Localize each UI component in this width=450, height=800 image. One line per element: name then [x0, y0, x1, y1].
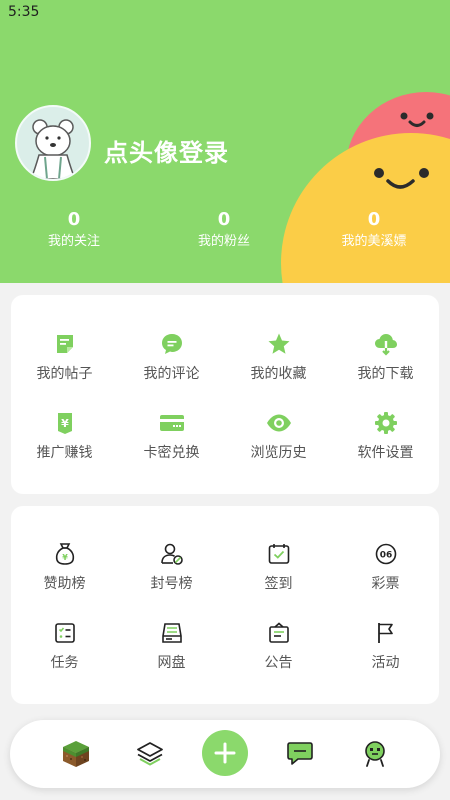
task-list-icon	[54, 623, 75, 643]
lottery-ball-icon: 06	[375, 543, 396, 565]
stat-fans-label: 我的粉丝	[197, 234, 250, 249]
profile-header: 5:35 点头像登录 0 我的关注 0 我的粉丝 0 我的美溪嫖	[0, 0, 450, 283]
menu-card-redeem[interactable]: 卡密兑换	[118, 410, 225, 462]
menu-ban-rank[interactable]: 封号榜	[118, 541, 225, 593]
menu-notice[interactable]: 公告	[225, 620, 332, 672]
user-ban-icon	[160, 543, 183, 565]
gear-icon	[374, 412, 397, 434]
menu-label: 浏览历史	[250, 445, 307, 461]
menu-my-downloads[interactable]: 我的下载	[332, 331, 439, 383]
menu-events[interactable]: 活动	[332, 620, 439, 672]
menu-sign-in[interactable]: 签到	[225, 541, 332, 593]
nav-me[interactable]	[345, 720, 405, 788]
stat-meixi[interactable]: 0 我的美溪嫖	[314, 209, 434, 251]
yellow-face-decoration	[281, 133, 450, 283]
svg-text:¥: ¥	[62, 553, 68, 562]
pink-face-icon	[400, 112, 434, 127]
nav-home[interactable]	[46, 720, 106, 788]
menu-settings[interactable]: 软件设置	[332, 410, 439, 462]
menu-label: 我的评论	[143, 366, 200, 382]
nav-layers[interactable]	[120, 720, 180, 788]
post-icon	[56, 335, 73, 353]
notice-icon	[268, 622, 289, 643]
creeper-icon	[365, 741, 385, 767]
comment-icon	[161, 334, 182, 354]
menu-label: 彩票	[371, 576, 400, 592]
bottom-nav	[10, 720, 440, 788]
stat-fans[interactable]: 0 我的粉丝	[164, 209, 284, 251]
menu-label: 软件设置	[357, 445, 414, 461]
stat-meixi-label: 我的美溪嫖	[341, 234, 407, 249]
yellow-face-icon	[374, 168, 429, 189]
menu-label: 我的帖子	[36, 366, 93, 382]
my-menu-card: 我的帖子 我的评论 我的收藏 我的下载 ¥ 推广赚钱 卡密兑换 浏览历史 软件设…	[11, 295, 439, 494]
stat-meixi-count: 0	[367, 209, 381, 230]
menu-label: 赞助榜	[43, 576, 86, 592]
menu-cloud-drive[interactable]: 网盘	[118, 620, 225, 672]
menu-browse-history[interactable]: 浏览历史	[225, 410, 332, 462]
stat-following[interactable]: 0 我的关注	[14, 209, 134, 251]
menu-my-comments[interactable]: 我的评论	[118, 331, 225, 383]
eye-icon	[266, 414, 291, 432]
chat-icon	[287, 742, 313, 765]
nav-messages[interactable]	[270, 720, 330, 788]
login-prompt[interactable]: 点头像登录	[104, 133, 229, 168]
menu-my-favorites[interactable]: 我的收藏	[225, 331, 332, 383]
menu-label: 活动	[371, 655, 400, 671]
menu-label: 公告	[264, 655, 293, 671]
grass-block-icon	[63, 741, 89, 767]
menu-label: 我的下载	[357, 366, 414, 382]
feature-menu-card: ¥ 赞助榜 封号榜 签到 06 彩票 任务 网盘 公告 活动	[11, 506, 439, 704]
menu-lottery[interactable]: 06 彩票	[332, 541, 439, 593]
bear-avatar-icon	[30, 119, 76, 179]
menu-tasks[interactable]: 任务	[11, 620, 118, 672]
card-icon	[159, 415, 184, 431]
stat-fans-count: 0	[217, 209, 231, 230]
menu-label: 卡密兑换	[143, 445, 200, 461]
layers-icon	[137, 742, 163, 766]
money-bag-icon: ¥	[55, 543, 74, 565]
lottery-number: 06	[379, 551, 392, 561]
svg-text:¥: ¥	[61, 417, 69, 430]
menu-label: 推广赚钱	[36, 445, 93, 461]
stat-following-count: 0	[67, 209, 81, 230]
menu-promote-earn[interactable]: ¥ 推广赚钱	[11, 410, 118, 462]
flag-icon	[377, 623, 393, 643]
menu-label: 任务	[50, 655, 79, 671]
menu-label: 签到	[264, 576, 293, 592]
menu-label: 封号榜	[150, 576, 193, 592]
add-button[interactable]	[202, 730, 248, 776]
status-time: 5:35	[8, 4, 40, 20]
menu-label: 网盘	[157, 655, 186, 671]
avatar[interactable]	[15, 105, 91, 181]
star-icon	[268, 333, 289, 354]
menu-sponsor-rank[interactable]: ¥ 赞助榜	[11, 541, 118, 593]
calendar-check-icon	[268, 544, 289, 564]
stat-following-label: 我的关注	[47, 234, 100, 249]
menu-my-posts[interactable]: 我的帖子	[11, 331, 118, 383]
cloud-download-icon	[374, 334, 397, 356]
menu-label: 我的收藏	[250, 366, 307, 382]
drive-icon	[161, 623, 182, 643]
yen-icon: ¥	[57, 413, 72, 434]
plus-icon	[214, 742, 236, 764]
